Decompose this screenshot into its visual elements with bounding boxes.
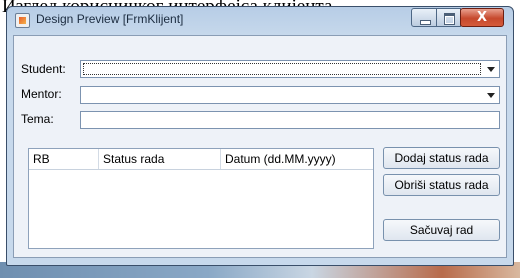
close-icon: X — [476, 10, 488, 25]
column-header-datum[interactable]: Datum (dd.MM.yyyy) — [221, 149, 373, 169]
student-label: Student: — [21, 62, 66, 76]
add-status-button[interactable]: Dodaj status rada — [383, 147, 500, 169]
column-header-status[interactable]: Status rada — [99, 149, 221, 169]
focus-ring — [83, 63, 481, 75]
table-header: RB Status rada Datum (dd.MM.yyyy) — [29, 149, 373, 170]
app-window: Design Preview [FrmKlijent] X Student: M… — [6, 6, 514, 266]
chevron-down-icon[interactable] — [487, 93, 495, 98]
tema-label: Tema: — [21, 112, 54, 126]
java-cup-icon — [15, 13, 30, 28]
status-table[interactable]: RB Status rada Datum (dd.MM.yyyy) — [28, 148, 374, 249]
delete-status-button[interactable]: Obriši status rada — [383, 174, 500, 196]
mentor-combobox[interactable] — [80, 86, 500, 104]
student-combobox[interactable] — [80, 60, 500, 78]
minimize-button[interactable] — [411, 8, 437, 27]
window-title: Design Preview [FrmKlijent] — [36, 12, 184, 26]
chevron-down-icon[interactable] — [487, 67, 495, 72]
form-panel: Student: Mentor: Tema: RB Status rada Da… — [13, 35, 507, 258]
mentor-label: Mentor: — [21, 87, 62, 101]
close-button[interactable]: X — [460, 8, 504, 27]
tema-input[interactable] — [80, 111, 500, 129]
column-header-rb[interactable]: RB — [29, 149, 99, 169]
title-bar[interactable]: Design Preview [FrmKlijent] X — [7, 7, 513, 35]
maximize-button[interactable] — [436, 8, 461, 27]
save-work-button[interactable]: Sačuvaj rad — [383, 219, 500, 241]
